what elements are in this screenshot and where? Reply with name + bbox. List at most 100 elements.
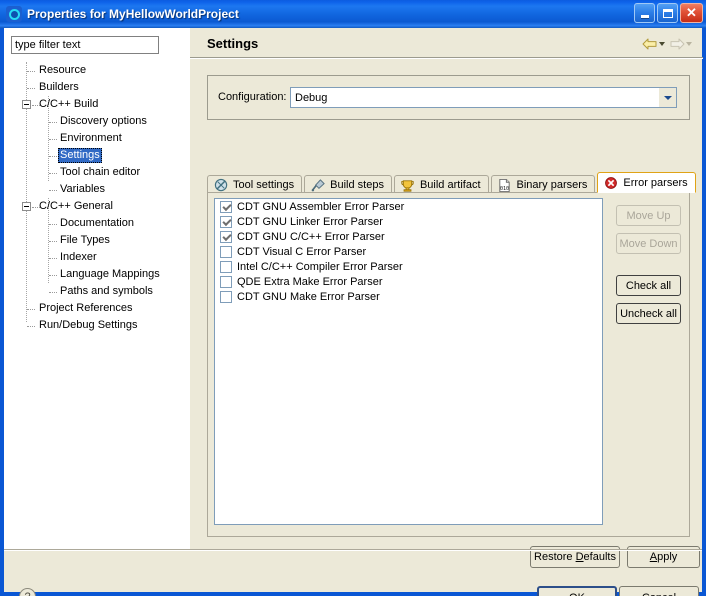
tree-item[interactable]: Discovery options (4, 113, 189, 130)
configuration-group: Configuration: Debug (207, 75, 690, 120)
binary-parsers-icon: 010 (497, 177, 513, 193)
page-title: Settings (207, 36, 258, 51)
check-all-button[interactable]: Check all (616, 275, 681, 296)
configuration-value: Debug (291, 92, 659, 104)
list-item-label: Intel C/C++ Compiler Error Parser (237, 261, 403, 273)
minimize-icon[interactable] (634, 3, 655, 23)
tab-label: Build steps (330, 179, 384, 191)
list-item[interactable]: CDT GNU Assembler Error Parser (215, 199, 602, 214)
checkbox[interactable] (220, 246, 232, 258)
navigation-buttons (642, 36, 695, 52)
configuration-dropdown[interactable]: Debug (290, 87, 677, 108)
forward-button[interactable] (669, 36, 695, 52)
tab-label: Tool settings (233, 179, 294, 191)
ok-button[interactable]: OK (537, 586, 617, 596)
move-up-button[interactable]: Move Up (616, 205, 681, 226)
chevron-down-icon[interactable] (659, 88, 676, 107)
checkbox[interactable] (220, 261, 232, 273)
tree-item-label: C/C++ General (37, 199, 115, 214)
tree-item-label: Tool chain editor (58, 165, 142, 180)
tree-item[interactable]: Paths and symbols (4, 283, 189, 300)
list-item[interactable]: Intel C/C++ Compiler Error Parser (215, 259, 602, 274)
settings-page-pane: Settings (189, 28, 702, 549)
close-icon[interactable]: ✕ (680, 3, 703, 23)
chevron-down-icon[interactable] (659, 42, 665, 46)
list-item-label: CDT GNU Linker Error Parser (237, 216, 383, 228)
tree-item[interactable]: Project References (4, 300, 189, 317)
tree-item-label: Language Mappings (58, 267, 162, 282)
tab-error-parsers[interactable]: Error parsers (597, 172, 695, 193)
tree-item[interactable]: Environment (4, 130, 189, 147)
checkbox[interactable] (220, 216, 232, 228)
tab-label: Build artifact (420, 179, 481, 191)
tree-item[interactable]: Documentation (4, 215, 189, 232)
list-item-label: CDT GNU Make Error Parser (237, 291, 380, 303)
settings-tabstrip: Tool settings Build steps (207, 172, 690, 193)
back-button[interactable] (642, 36, 668, 52)
configuration-label: Configuration: (218, 91, 287, 103)
checkbox[interactable] (220, 291, 232, 303)
help-question-icon[interactable]: ? (19, 588, 36, 596)
maximize-icon[interactable] (657, 3, 678, 23)
tree-item-label: Resource (37, 63, 88, 78)
checkbox[interactable] (220, 231, 232, 243)
tree-item[interactable]: Indexer (4, 249, 189, 266)
settings-tree: Resource Builders C/C++ Build Discovery … (4, 62, 189, 548)
uncheck-all-button[interactable]: Uncheck all (616, 303, 681, 324)
properties-dialog-window: Properties for MyHellowWorldProject ✕ Re… (0, 0, 706, 596)
tree-item-label: Documentation (58, 216, 136, 231)
tree-item-label: Variables (58, 182, 107, 197)
filter-input[interactable] (11, 36, 159, 54)
dialog-client-area: Resource Builders C/C++ Build Discovery … (4, 28, 702, 592)
title-bar: Properties for MyHellowWorldProject ✕ (0, 0, 706, 28)
list-item[interactable]: CDT Visual C Error Parser (215, 244, 602, 259)
tree-item[interactable]: Builders (4, 79, 189, 96)
footer-divider-highlight (4, 550, 702, 551)
collapse-icon[interactable] (22, 100, 31, 109)
svg-text:010: 010 (500, 185, 509, 191)
tree-item-label: Run/Debug Settings (37, 318, 139, 333)
list-item-label: CDT GNU C/C++ Error Parser (237, 231, 385, 243)
checkbox[interactable] (220, 276, 232, 288)
error-parsers-icon (603, 175, 619, 191)
tree-item[interactable]: C/C++ General (4, 198, 189, 215)
tree-item[interactable]: Tool chain editor (4, 164, 189, 181)
window-controls: ✕ (634, 3, 703, 23)
error-parsers-list[interactable]: CDT GNU Assembler Error Parser CDT GNU L… (214, 198, 603, 525)
list-item[interactable]: QDE Extra Make Error Parser (215, 274, 602, 289)
cancel-button[interactable]: Cancel (619, 586, 699, 596)
settings-navigation-pane: Resource Builders C/C++ Build Discovery … (4, 28, 189, 549)
tree-item-label: Discovery options (58, 114, 149, 129)
tree-item-label: Environment (58, 131, 124, 146)
tab-label: Binary parsers (517, 179, 588, 191)
tree-item-label: File Types (58, 233, 112, 248)
tree-item[interactable]: Language Mappings (4, 266, 189, 283)
list-item[interactable]: CDT GNU Make Error Parser (215, 289, 602, 304)
page-header: Settings (190, 28, 703, 58)
tree-item[interactable]: File Types (4, 232, 189, 249)
tree-item[interactable]: C/C++ Build (4, 96, 189, 113)
header-divider-highlight (190, 58, 703, 59)
list-item-label: QDE Extra Make Error Parser (237, 276, 382, 288)
forward-arrow-icon (669, 36, 685, 52)
list-item-label: CDT Visual C Error Parser (237, 246, 366, 258)
tree-item-label: C/C++ Build (37, 97, 100, 112)
move-down-button[interactable]: Move Down (616, 233, 681, 254)
tree-item-label: Indexer (58, 250, 99, 265)
build-artifact-icon (400, 177, 416, 193)
chevron-down-icon (686, 42, 692, 46)
checkbox[interactable] (220, 201, 232, 213)
tree-item-label: Settings (58, 148, 102, 163)
tree-item[interactable]: Run/Debug Settings (4, 317, 189, 334)
error-parsers-panel: CDT GNU Assembler Error Parser CDT GNU L… (207, 192, 690, 537)
list-item[interactable]: CDT GNU Linker Error Parser (215, 214, 602, 229)
tree-item-settings[interactable]: Settings (4, 147, 189, 164)
list-item[interactable]: CDT GNU C/C++ Error Parser (215, 229, 602, 244)
tree-item[interactable]: Resource (4, 62, 189, 79)
tree-item[interactable]: Variables (4, 181, 189, 198)
collapse-icon[interactable] (22, 202, 31, 211)
tree-item-label: Paths and symbols (58, 284, 155, 299)
window-title: Properties for MyHellowWorldProject (27, 7, 239, 21)
tree-item-label: Project References (37, 301, 135, 316)
tab-label: Error parsers (623, 177, 687, 189)
